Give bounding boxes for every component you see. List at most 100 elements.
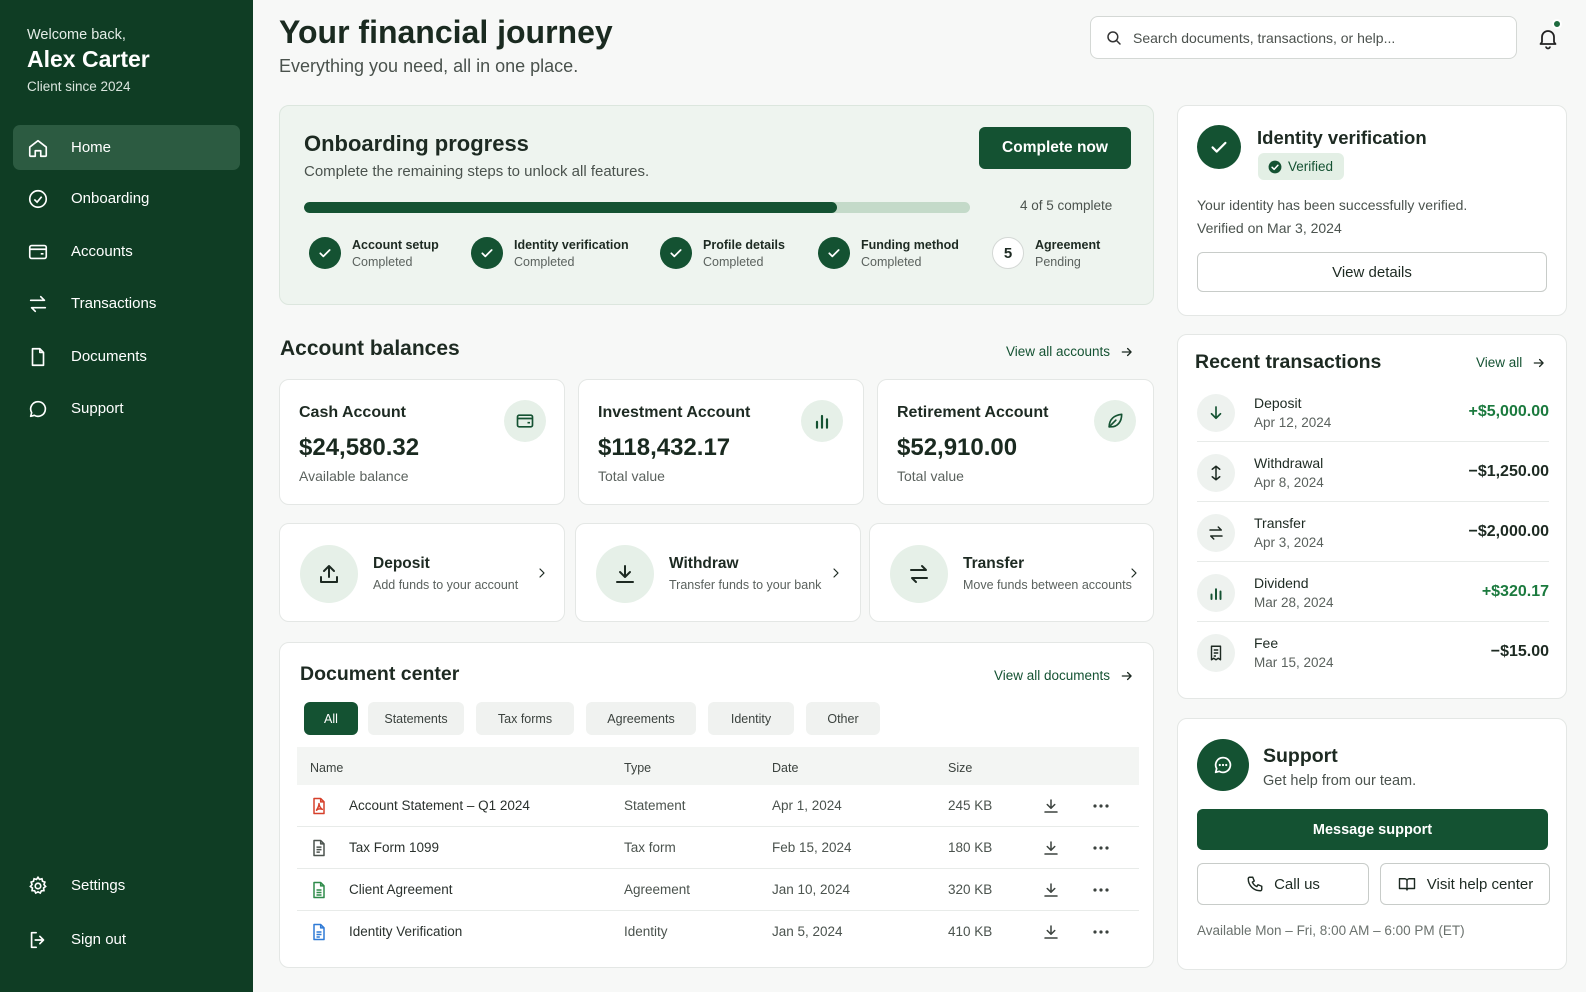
account-card-investment[interactable]: Investment Account $118,432.17 Total val… (578, 379, 864, 505)
doc-name[interactable]: Tax Form 1099 (349, 840, 439, 855)
check-icon (660, 237, 692, 269)
transfer-action[interactable]: Transfer Move funds between accounts (869, 523, 1154, 622)
chat-bubble-icon (27, 398, 49, 420)
client-since: Client since 2024 (27, 79, 131, 94)
action-title: Deposit (373, 555, 430, 572)
download-icon[interactable] (1042, 881, 1060, 899)
message-support-button[interactable]: Message support (1197, 809, 1548, 850)
transfer-arrows-icon (1197, 514, 1235, 552)
doc-size: 320 KB (948, 882, 993, 897)
account-card-cash[interactable]: Cash Account $24,580.32 Available balanc… (279, 379, 565, 505)
tab-other[interactable]: Other (806, 702, 880, 735)
sidebar-item-sign-out[interactable]: Sign out (13, 917, 240, 962)
link-label: View all (1476, 355, 1523, 370)
transaction-amount: −$1,250.00 (1468, 463, 1549, 480)
onboarding-step: 5 Agreement Pending (992, 237, 1100, 269)
onboarding-step: Account setup Completed (309, 237, 439, 269)
download-icon[interactable] (1042, 923, 1060, 941)
chat-bubble-icon (1197, 739, 1249, 791)
sidebar-item-support[interactable]: Support (13, 386, 240, 431)
download-icon[interactable] (1042, 839, 1060, 857)
deposit-action[interactable]: Deposit Add funds to your account (279, 523, 565, 622)
sidebar-item-accounts[interactable]: Accounts (13, 229, 240, 274)
wallet-icon (27, 241, 49, 263)
view-all-accounts-link[interactable]: View all accounts (1006, 344, 1134, 359)
sidebar-item-onboarding[interactable]: Onboarding (13, 176, 240, 221)
search-input[interactable] (1133, 29, 1493, 46)
transaction-item[interactable]: Withdrawal Apr 8, 2024 −$1,250.00 (1197, 442, 1549, 502)
transaction-name: Dividend (1254, 575, 1309, 591)
more-options-icon[interactable] (1093, 930, 1109, 934)
transaction-item[interactable]: Dividend Mar 28, 2024 +$320.17 (1197, 562, 1549, 622)
sidebar-item-settings[interactable]: Settings (13, 863, 240, 908)
sidebar-item-documents[interactable]: Documents (13, 334, 240, 379)
complete-now-button[interactable]: Complete now (979, 127, 1131, 169)
bar-chart-icon (1197, 574, 1235, 612)
column-header-size: Size (948, 761, 973, 775)
tab-identity[interactable]: Identity (708, 702, 794, 735)
pdf-icon (309, 796, 329, 816)
onboarding-progress-bar (304, 202, 970, 213)
table-row[interactable]: Identity Verification Identity Jan 5, 20… (297, 911, 1139, 953)
transaction-item[interactable]: Deposit Apr 12, 2024 +$5,000.00 (1197, 382, 1549, 442)
doc-name[interactable]: Account Statement – Q1 2024 (349, 798, 530, 813)
arrow-right-icon (1522, 356, 1546, 370)
tab-tax-forms[interactable]: Tax forms (476, 702, 574, 735)
table-row[interactable]: Account Statement – Q1 2024 Statement Ap… (297, 785, 1139, 827)
check-icon (1197, 125, 1241, 169)
recent-transactions-card: Recent transactions View all Deposit Apr… (1177, 334, 1567, 699)
download-icon[interactable] (1042, 797, 1060, 815)
step-name: Account setup (352, 237, 439, 252)
account-label: Available balance (299, 468, 409, 484)
tab-agreements[interactable]: Agreements (586, 702, 696, 735)
doc-type: Statement (624, 798, 686, 813)
arrows-up-down-icon (1197, 454, 1235, 492)
withdraw-action[interactable]: Withdraw Transfer funds to your bank (575, 523, 861, 622)
step-name: Agreement (1035, 237, 1101, 252)
view-all-documents-link[interactable]: View all documents (994, 668, 1134, 683)
account-card-retirement[interactable]: Retirement Account $52,910.00 Total valu… (877, 379, 1154, 505)
doc-date: Feb 15, 2024 (772, 840, 852, 855)
table-row[interactable]: Tax Form 1099 Tax form Feb 15, 2024 180 … (297, 827, 1139, 869)
welcome-text: Welcome back, (27, 27, 126, 43)
home-icon (27, 137, 49, 159)
call-us-button[interactable]: Call us (1197, 863, 1369, 905)
view-details-button[interactable]: View details (1197, 252, 1547, 292)
search-bar[interactable] (1090, 16, 1517, 59)
visit-help-center-button[interactable]: Visit help center (1380, 863, 1550, 905)
transaction-name: Transfer (1254, 515, 1306, 531)
bell-icon[interactable] (1536, 26, 1560, 50)
phone-icon (1246, 875, 1264, 893)
link-label: View all documents (994, 668, 1111, 683)
identity-message: Your identity has been successfully veri… (1197, 197, 1468, 213)
transactions-title: Recent transactions (1195, 351, 1382, 373)
sidebar-item-transactions[interactable]: Transactions (13, 281, 240, 326)
tab-statements[interactable]: Statements (368, 702, 464, 735)
sidebar-item-label: Accounts (71, 243, 133, 260)
doc-name[interactable]: Identity Verification (349, 924, 462, 939)
onboarding-step: Funding method Completed (818, 237, 959, 269)
check-circle-icon (27, 188, 49, 210)
wallet-icon (504, 400, 546, 442)
button-label: Call us (1274, 875, 1320, 893)
check-icon (471, 237, 503, 269)
more-options-icon[interactable] (1093, 804, 1109, 808)
transaction-item[interactable]: Transfer Apr 3, 2024 −$2,000.00 (1197, 502, 1549, 562)
transaction-name: Fee (1254, 635, 1279, 651)
sidebar-item-home[interactable]: Home (13, 125, 240, 170)
search-icon (1105, 29, 1123, 47)
view-all-transactions-link[interactable]: View all (1476, 355, 1546, 370)
tab-all[interactable]: All (304, 702, 358, 735)
doc-name[interactable]: Client Agreement (349, 882, 453, 897)
notification-dot (1552, 19, 1562, 29)
more-options-icon[interactable] (1093, 888, 1109, 892)
table-row[interactable]: Client Agreement Agreement Jan 10, 2024 … (297, 869, 1139, 911)
doc-type: Tax form (624, 840, 676, 855)
transaction-amount: +$320.17 (1481, 583, 1549, 600)
support-hours: Available Mon – Fri, 8:00 AM – 6:00 PM (… (1197, 923, 1465, 938)
arrow-right-icon (1110, 345, 1134, 359)
transaction-item[interactable]: Fee Mar 15, 2024 −$15.00 (1197, 622, 1549, 682)
arrow-down-icon (1197, 394, 1235, 432)
file-identity-icon (309, 922, 329, 942)
more-options-icon[interactable] (1093, 846, 1109, 850)
